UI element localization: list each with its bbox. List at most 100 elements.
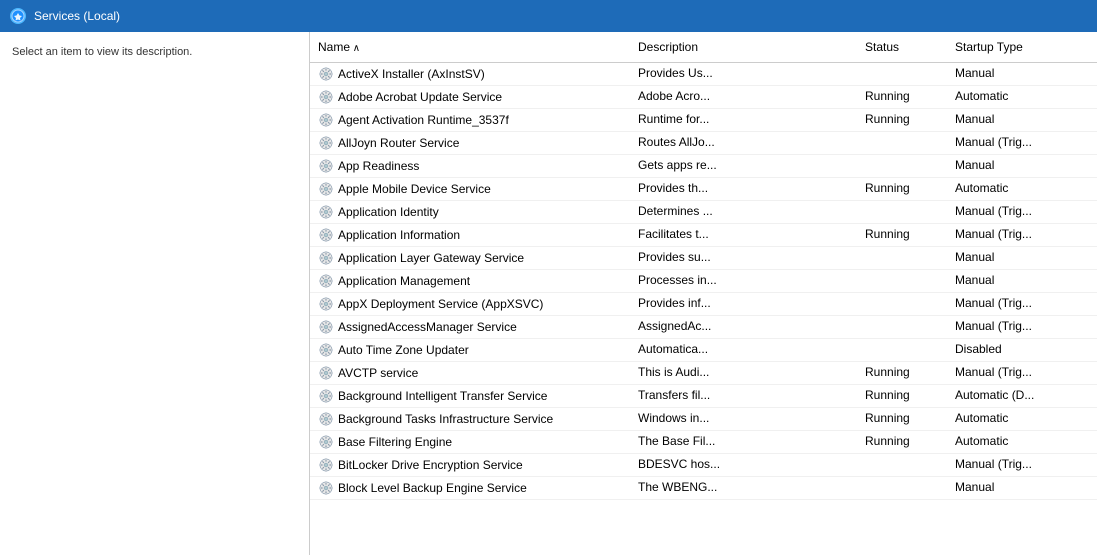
service-description-cell: Provides Us... [630, 63, 857, 85]
table-row[interactable]: Adobe Acrobat Update Service Adobe Acro..… [310, 86, 1097, 109]
gear-icon [318, 250, 334, 266]
service-name-cell: BitLocker Drive Encryption Service [310, 454, 630, 476]
service-name-text: AllJoyn Router Service [338, 136, 459, 150]
table-row[interactable]: Background Intelligent Transfer ServiceT… [310, 385, 1097, 408]
gear-icon [318, 158, 334, 174]
table-row[interactable]: AssignedAccessManager Service AssignedAc.… [310, 316, 1097, 339]
service-description-cell: AssignedAc... [630, 316, 857, 338]
table-row[interactable]: Base Filtering EngineThe Base Fil...Runn… [310, 431, 1097, 454]
gear-icon [318, 112, 334, 128]
service-status-cell [857, 477, 947, 499]
service-startup-type-cell: Manual (Trig... [947, 316, 1097, 338]
service-name-text: Application Information [338, 228, 460, 242]
table-row[interactable]: AVCTP serviceThis is Audi...RunningManua… [310, 362, 1097, 385]
service-name-text: Agent Activation Runtime_3537f [338, 113, 509, 127]
service-startup-type-cell: Automatic (D... [947, 385, 1097, 407]
service-name-text: BitLocker Drive Encryption Service [338, 458, 523, 472]
table-row[interactable]: BitLocker Drive Encryption ServiceBDESVC… [310, 454, 1097, 477]
table-body[interactable]: ActiveX Installer (AxInstSV)Provides Us.… [310, 63, 1097, 555]
service-description-cell: Automatica... [630, 339, 857, 361]
service-name-text: AssignedAccessManager Service [338, 320, 517, 334]
service-startup-type-cell: Manual (Trig... [947, 293, 1097, 315]
service-status-cell [857, 316, 947, 338]
service-name-text: App Readiness [338, 159, 419, 173]
service-status-cell: Running [857, 431, 947, 453]
service-status-cell [857, 270, 947, 292]
gear-icon [318, 273, 334, 289]
service-status-cell [857, 247, 947, 269]
service-status-cell [857, 132, 947, 154]
service-name-cell: Application Identity [310, 201, 630, 223]
service-name-cell: AssignedAccessManager Service [310, 316, 630, 338]
service-description-cell: Transfers fil... [630, 385, 857, 407]
table-row[interactable]: ActiveX Installer (AxInstSV)Provides Us.… [310, 63, 1097, 86]
service-name-cell: Base Filtering Engine [310, 431, 630, 453]
service-status-cell [857, 155, 947, 177]
service-name-text: Apple Mobile Device Service [338, 182, 491, 196]
service-name-cell: AppX Deployment Service (AppXSVC) [310, 293, 630, 315]
service-startup-type-cell: Manual [947, 109, 1097, 131]
header-status[interactable]: Status [857, 36, 947, 58]
service-startup-type-cell: Manual [947, 270, 1097, 292]
table-row[interactable]: Background Tasks Infrastructure ServiceW… [310, 408, 1097, 431]
left-panel-description: Select an item to view its description. [12, 46, 192, 58]
table-row[interactable]: AppX Deployment Service (AppXSVC) Provide… [310, 293, 1097, 316]
header-description[interactable]: Description [630, 36, 857, 58]
table-row[interactable]: Application Layer Gateway ServiceProvide… [310, 247, 1097, 270]
service-name-cell: ActiveX Installer (AxInstSV) [310, 63, 630, 85]
service-status-cell [857, 454, 947, 476]
service-name-cell: AllJoyn Router Service [310, 132, 630, 154]
service-name-cell: Adobe Acrobat Update Service [310, 86, 630, 108]
service-name-text: Background Tasks Infrastructure Service [338, 412, 553, 426]
left-panel: Select an item to view its description. [0, 32, 310, 555]
title-bar-text: Services (Local) [34, 9, 120, 23]
table-row[interactable]: Auto Time Zone UpdaterAutomatica...Disab… [310, 339, 1097, 362]
service-startup-type-cell: Automatic [947, 178, 1097, 200]
table-row[interactable]: Apple Mobile Device ServiceProvides th..… [310, 178, 1097, 201]
table-header: Name Description Status Startup Type [310, 32, 1097, 63]
service-name-cell: Agent Activation Runtime_3537f [310, 109, 630, 131]
service-status-cell [857, 63, 947, 85]
service-name-cell: Application Layer Gateway Service [310, 247, 630, 269]
gear-icon [318, 66, 334, 82]
service-startup-type-cell: Manual [947, 155, 1097, 177]
service-status-cell: Running [857, 224, 947, 246]
service-status-cell [857, 339, 947, 361]
service-name-text: Application Management [338, 274, 470, 288]
service-status-cell: Running [857, 178, 947, 200]
table-row[interactable]: Block Level Backup Engine ServiceThe WBE… [310, 477, 1097, 500]
service-description-cell: Gets apps re... [630, 155, 857, 177]
header-name[interactable]: Name [310, 36, 630, 58]
service-status-cell: Running [857, 86, 947, 108]
table-row[interactable]: Application InformationFacilitates t...R… [310, 224, 1097, 247]
gear-icon [318, 434, 334, 450]
header-startup-type[interactable]: Startup Type [947, 36, 1097, 58]
service-name-text: Block Level Backup Engine Service [338, 481, 527, 495]
service-name-text: AppX Deployment Service (AppXSVC) [338, 297, 543, 311]
service-name-cell: Application Management [310, 270, 630, 292]
service-startup-type-cell: Automatic [947, 86, 1097, 108]
table-row[interactable]: Agent Activation Runtime_3537f Runtime fo… [310, 109, 1097, 132]
service-status-cell: Running [857, 408, 947, 430]
service-name-cell: Application Information [310, 224, 630, 246]
service-name-text: Adobe Acrobat Update Service [338, 90, 502, 104]
service-status-cell: Running [857, 362, 947, 384]
service-name-text: AVCTP service [338, 366, 418, 380]
table-row[interactable]: Application IdentityDetermines ...Manual… [310, 201, 1097, 224]
table-row[interactable]: AllJoyn Router ServiceRoutes AllJo...Man… [310, 132, 1097, 155]
service-description-cell: Determines ... [630, 201, 857, 223]
service-name-text: Application Identity [338, 205, 439, 219]
table-row[interactable]: Application ManagementProcesses in...Man… [310, 270, 1097, 293]
service-description-cell: Runtime for... [630, 109, 857, 131]
service-name-text: Base Filtering Engine [338, 435, 452, 449]
gear-icon [318, 227, 334, 243]
service-startup-type-cell: Manual (Trig... [947, 362, 1097, 384]
service-name-cell: Block Level Backup Engine Service [310, 477, 630, 499]
gear-icon [318, 204, 334, 220]
service-name-text: Auto Time Zone Updater [338, 343, 469, 357]
service-description-cell: Adobe Acro... [630, 86, 857, 108]
main-content: Select an item to view its description. … [0, 32, 1097, 555]
gear-icon [318, 181, 334, 197]
table-row[interactable]: App Readiness Gets apps re... Manual [310, 155, 1097, 178]
service-description-cell: Provides inf... [630, 293, 857, 315]
